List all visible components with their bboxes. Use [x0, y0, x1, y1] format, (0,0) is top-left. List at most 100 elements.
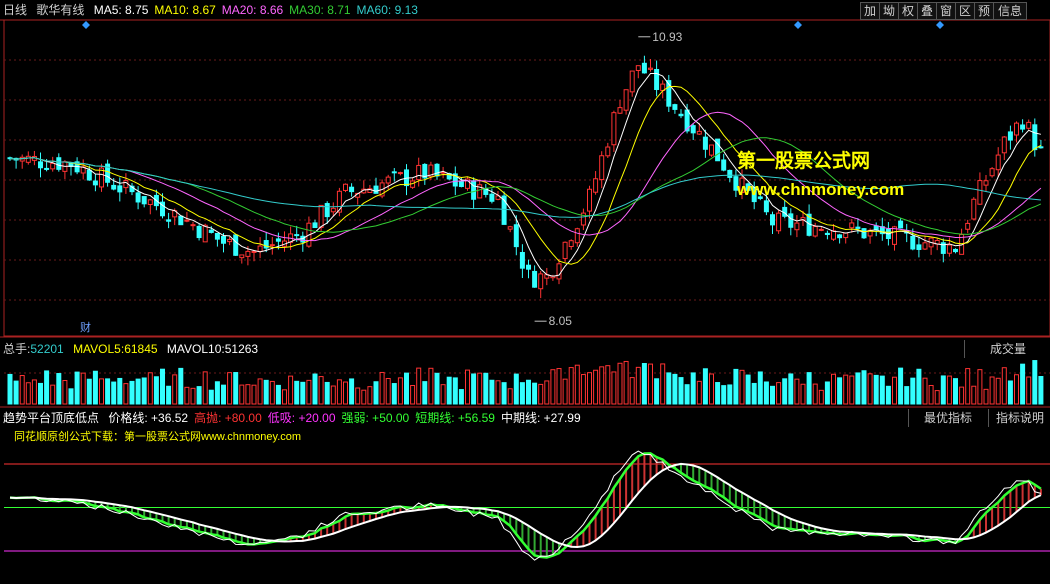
indicator-help-button[interactable]: 指标说明 — [988, 409, 1050, 427]
volume-bar — [556, 368, 562, 405]
chart-stage: 10.93 8.05 — [0, 19, 1050, 561]
candle-body — [330, 207, 336, 213]
candle-body — [56, 157, 62, 170]
candle-body — [690, 125, 696, 134]
candle-body — [141, 196, 147, 205]
volume-bar — [873, 374, 879, 405]
candle-body — [178, 215, 184, 226]
volume-bar — [702, 368, 708, 405]
volume-bar — [343, 381, 348, 405]
volume-bar — [141, 377, 147, 405]
candle-body — [568, 240, 574, 248]
candle-body — [318, 204, 324, 228]
indicator-legend-item: 强弱: +50.00 — [341, 411, 410, 425]
toolbar-button[interactable]: 加 — [860, 2, 880, 20]
volume-bar — [7, 373, 13, 405]
candle-body — [696, 130, 702, 135]
volume-bar — [831, 373, 836, 405]
volume-bar — [934, 390, 940, 405]
period-label[interactable]: 日线 — [3, 3, 27, 17]
volume-bar — [733, 368, 739, 405]
volume-bar — [92, 370, 98, 405]
volume-bar — [422, 381, 428, 405]
candle-body — [269, 244, 275, 247]
candle-body — [1014, 122, 1019, 136]
toolbar-button[interactable]: 权 — [898, 2, 918, 20]
candle-body — [257, 245, 263, 252]
volume-bar — [13, 380, 19, 405]
volume-bar — [922, 377, 928, 405]
volume-bar — [105, 378, 111, 405]
candle-body — [343, 183, 348, 191]
ma-legend-item: MA30: 8.71 — [289, 3, 351, 17]
volume-bar — [367, 386, 373, 405]
candle-body — [654, 68, 660, 90]
candle-body — [38, 161, 43, 169]
indicator-subtitle: 同花顺原创公式下载：第一股票公式网www.chnmoney.com — [14, 431, 302, 443]
candle-body — [702, 136, 708, 150]
finance-marker[interactable]: 财 — [80, 320, 91, 336]
candle-body — [556, 263, 562, 280]
indicator-legend-item: 短期线: +56.59 — [415, 411, 495, 425]
volume-bar — [709, 373, 714, 405]
toolbar-button[interactable]: 叠 — [917, 2, 937, 20]
toolbar-button[interactable]: 信息 — [993, 2, 1027, 20]
candle-body — [86, 169, 92, 181]
candle-body — [147, 199, 153, 206]
volume-header: 总手:52201 MAVOL5:61845 MAVOL10:51263 — [3, 339, 264, 359]
volume-bar — [397, 377, 403, 405]
volume-bar — [843, 374, 849, 405]
volume-bar — [202, 371, 208, 405]
candle-body — [989, 168, 995, 177]
volume-bar — [940, 375, 946, 405]
volume-bar — [166, 385, 172, 405]
best-indicator-button[interactable]: 最优指标 — [908, 409, 987, 427]
candle-body — [526, 264, 531, 270]
candle-body — [227, 238, 233, 243]
volume-bar — [74, 371, 80, 405]
volume-bar — [245, 384, 251, 405]
candle-body — [208, 229, 214, 233]
candle-body — [770, 214, 775, 226]
candle-body — [824, 232, 830, 236]
volume-bar — [867, 373, 873, 405]
volume-bar — [605, 365, 611, 405]
volume-bar — [428, 367, 434, 405]
toolbar-button[interactable]: 坳 — [879, 2, 899, 20]
volume-bar — [587, 372, 592, 405]
candle-body — [922, 242, 928, 250]
volume-bar — [1014, 374, 1019, 405]
candle-body — [190, 224, 196, 227]
volume-bar — [214, 381, 220, 405]
volume-bar — [971, 385, 977, 405]
volume-bar — [178, 367, 184, 405]
volume-bar — [160, 368, 165, 405]
volume-bar — [623, 360, 629, 405]
volume-bar — [739, 369, 745, 405]
volume-bar — [501, 382, 507, 405]
volume-bar — [666, 372, 672, 405]
volume-bar — [757, 371, 763, 405]
candle-body — [562, 241, 568, 260]
candle-body — [538, 273, 544, 290]
volume-bar — [599, 366, 605, 405]
volume-bar — [385, 377, 391, 405]
volume-button[interactable]: 成交量 — [964, 340, 1050, 358]
toolbar-button[interactable]: 窗 — [936, 2, 956, 20]
volume-bar — [1001, 367, 1007, 405]
volume-bar — [391, 383, 397, 405]
signal-diamond — [794, 21, 802, 29]
volume-bar — [513, 373, 519, 405]
candle-body — [25, 155, 31, 163]
candle-body — [843, 232, 849, 239]
volume-bar — [349, 378, 355, 405]
volume-bar — [550, 369, 556, 405]
toolbar-button[interactable]: 预 — [974, 2, 994, 20]
candle-body — [135, 192, 141, 203]
volume-bar — [263, 379, 269, 405]
candle-body — [196, 225, 202, 239]
candle-body — [861, 228, 867, 239]
toolbar-button[interactable]: 区 — [955, 2, 975, 20]
volume-bar — [300, 381, 306, 405]
volume-bar — [25, 382, 31, 405]
